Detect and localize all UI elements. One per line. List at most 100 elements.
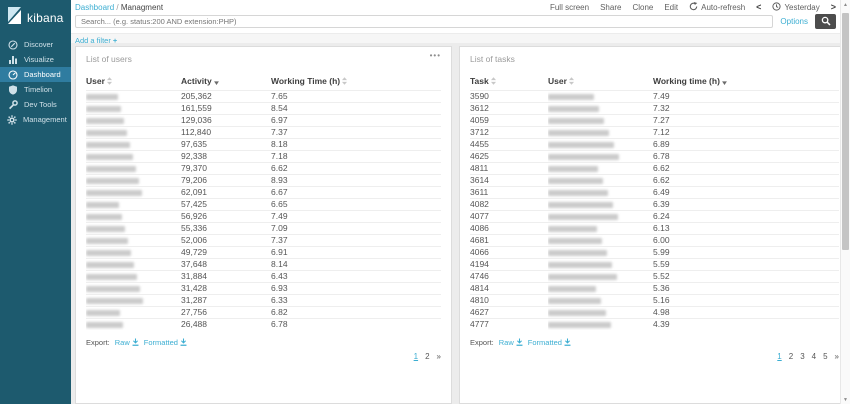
task-cell: 4810 <box>470 294 548 306</box>
column-header-working-time-h-[interactable]: Working Time (h) <box>271 76 441 90</box>
column-header-working-time-h-[interactable]: Working time (h) <box>653 76 839 90</box>
table-row: 55,3367.09 <box>86 222 441 234</box>
redacted-text <box>86 190 142 196</box>
page-link-4[interactable]: 4 <box>812 352 816 361</box>
activity-cell: 55,336 <box>181 222 271 234</box>
table-row: 31,8846.43 <box>86 270 441 282</box>
column-header-user[interactable]: User <box>86 76 181 90</box>
sort-desc-icon <box>722 77 727 87</box>
sidebar-item-timelion[interactable]: Timelion <box>0 82 71 97</box>
share-button[interactable]: Share <box>600 3 621 12</box>
working_time-cell: 8.93 <box>271 174 441 186</box>
table-row: 48145.36 <box>470 282 839 294</box>
redacted-text <box>548 94 594 100</box>
redacted-text <box>548 130 609 136</box>
full-screen-button[interactable]: Full screen <box>550 3 589 12</box>
redacted-text <box>86 118 124 124</box>
redacted-text <box>86 214 122 220</box>
redacted-text <box>86 142 130 148</box>
redacted-user-cell <box>86 282 181 294</box>
search-button[interactable] <box>815 14 836 29</box>
redacted-text <box>548 274 617 280</box>
task-cell: 4066 <box>470 246 548 258</box>
redacted-text <box>86 262 134 268</box>
task-cell: 4086 <box>470 222 548 234</box>
table-row: 27,7566.82 <box>86 306 441 318</box>
scroll-up-icon[interactable]: ▲ <box>841 0 850 9</box>
working_time-cell: 6.13 <box>653 222 839 234</box>
download-icon <box>564 338 571 348</box>
page-next-link[interactable]: » <box>437 352 441 361</box>
kibana-logo[interactable]: kibana <box>0 0 71 37</box>
working_time-cell: 7.27 <box>653 114 839 126</box>
redacted-text <box>548 118 604 124</box>
scroll-down-icon[interactable]: ▼ <box>841 395 850 404</box>
clone-button[interactable]: Clone <box>632 3 653 12</box>
export-raw-link[interactable]: Raw <box>499 338 523 348</box>
redacted-user-cell <box>86 102 181 114</box>
working_time-cell: 5.59 <box>653 258 839 270</box>
table-row: 36127.32 <box>470 102 839 114</box>
sidebar-item-label: Visualize <box>24 55 54 64</box>
redacted-user-cell <box>86 246 181 258</box>
clock-icon <box>772 2 781 13</box>
working_time-cell: 6.89 <box>653 138 839 150</box>
sidebar-item-label: Discover <box>24 40 53 49</box>
export-formatted-link[interactable]: Formatted <box>528 338 571 348</box>
table-row: 36146.62 <box>470 174 839 186</box>
page-link-1[interactable]: 1 <box>777 352 781 361</box>
table-row: 46816.00 <box>470 234 839 246</box>
time-next-button[interactable]: > <box>831 2 836 12</box>
redacted-text <box>86 178 139 184</box>
redacted-text <box>548 226 597 232</box>
sidebar-item-visualize[interactable]: Visualize <box>0 52 71 67</box>
auto-refresh-button[interactable]: Auto-refresh <box>689 2 745 13</box>
page-link-2[interactable]: 2 <box>789 352 793 361</box>
sort-both-icon <box>569 77 574 87</box>
redacted-user-cell <box>86 126 181 138</box>
table-row: 40665.99 <box>470 246 839 258</box>
sidebar-item-dev-tools[interactable]: Dev Tools <box>0 97 71 112</box>
page-link-1[interactable]: 1 <box>414 352 418 361</box>
options-link[interactable]: Options <box>780 17 808 26</box>
sidebar-item-discover[interactable]: Discover <box>0 37 71 52</box>
page-scrollbar[interactable]: ▲ ▼ <box>840 0 850 404</box>
column-header-activity[interactable]: Activity <box>181 76 271 90</box>
working_time-cell: 7.49 <box>653 90 839 102</box>
page-next-link[interactable]: » <box>835 352 839 361</box>
task-cell: 4746 <box>470 270 548 282</box>
activity-cell: 49,729 <box>181 246 271 258</box>
top-bar: Dashboard / Managment Full screen Share … <box>71 0 850 12</box>
sidebar-item-management[interactable]: Management <box>0 112 71 127</box>
page-link-5[interactable]: 5 <box>823 352 827 361</box>
column-header-user[interactable]: User <box>548 76 653 90</box>
column-header-task[interactable]: Task <box>470 76 548 90</box>
scrollbar-thumb[interactable] <box>842 13 849 250</box>
panel-options-icon[interactable]: ••• <box>430 54 441 58</box>
activity-cell: 205,362 <box>181 90 271 102</box>
redacted-user-cell <box>548 282 653 294</box>
panel-title: List of tasks <box>470 54 515 64</box>
page-link-2[interactable]: 2 <box>425 352 429 361</box>
working_time-cell: 6.49 <box>653 186 839 198</box>
redacted-user-cell <box>86 162 181 174</box>
page-link-3[interactable]: 3 <box>800 352 804 361</box>
task-cell: 4811 <box>470 162 548 174</box>
table-row: 56,9267.49 <box>86 210 441 222</box>
sort-desc-icon <box>214 77 219 87</box>
task-cell: 3590 <box>470 90 548 102</box>
tasks-table: TaskUserWorking time (h) 3590 7.4936127.3… <box>470 76 839 330</box>
redacted-user-cell <box>86 258 181 270</box>
working_time-cell: 7.65 <box>271 90 441 102</box>
time-prev-button[interactable]: < <box>756 2 761 12</box>
search-input[interactable] <box>75 15 773 28</box>
export-formatted-link[interactable]: Formatted <box>144 338 187 348</box>
redacted-user-cell <box>86 294 181 306</box>
breadcrumb-dashboard-link[interactable]: Dashboard <box>75 3 114 12</box>
export-raw-link[interactable]: Raw <box>115 338 139 348</box>
edit-button[interactable]: Edit <box>664 3 678 12</box>
time-picker-button[interactable]: Yesterday <box>772 2 819 13</box>
task-cell: 4627 <box>470 306 548 318</box>
sidebar-item-dashboard[interactable]: Dashboard <box>0 67 71 82</box>
redacted-text <box>86 298 143 304</box>
